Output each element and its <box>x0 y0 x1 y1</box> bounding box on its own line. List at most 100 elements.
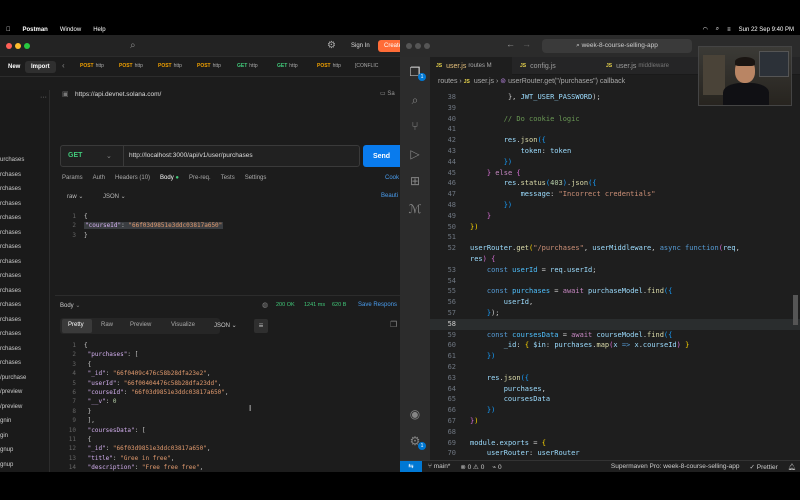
minimize-window-button[interactable] <box>15 43 21 49</box>
account-icon[interactable]: ◉ <box>408 407 422 421</box>
wifi-icon[interactable]: ◠ <box>702 26 707 33</box>
extensions-icon[interactable]: ⊞ <box>408 174 422 188</box>
tab-pretty[interactable]: Pretty <box>68 322 84 328</box>
response-status[interactable]: 200 OK <box>276 302 295 308</box>
apple-icon[interactable]:  <box>6 27 11 33</box>
save-response-button[interactable]: Save Respons <box>358 302 397 308</box>
tab-auth[interactable]: Auth <box>93 175 105 181</box>
problems-indicator[interactable]: ⊗ 0 ⚠ 0 <box>460 463 484 471</box>
search-icon[interactable]: ⌕ <box>130 40 136 51</box>
cookies-link[interactable]: Cook <box>385 175 399 181</box>
response-size[interactable]: 620 B <box>332 302 346 308</box>
menubar-datetime[interactable]: Sun 22 Sep 9:40 PM <box>739 27 794 33</box>
response-time[interactable]: 1241 ms <box>304 302 325 308</box>
menubar-item-help[interactable]: Help <box>93 27 105 33</box>
tab-visualize[interactable]: Visualize <box>171 322 195 328</box>
sidebar-request-item[interactable]: rchases <box>0 331 21 337</box>
send-button[interactable]: Send <box>363 145 400 167</box>
request-tab[interactable]: POST http <box>119 63 143 69</box>
sidebar-request-item[interactable]: rchases <box>0 201 21 207</box>
tab-tests[interactable]: Tests <box>221 175 235 181</box>
control-center-icon[interactable]: ≡ <box>727 27 731 33</box>
sidebar-request-item[interactable]: gnin <box>0 418 11 424</box>
tab-user-js-routes[interactable]: JS user.js routes M <box>430 57 512 75</box>
maximize-window-button[interactable] <box>24 43 30 49</box>
copy-icon[interactable]: ❐ <box>390 320 397 329</box>
save-icon[interactable]: ▭ Sa <box>380 90 395 97</box>
close-window-button[interactable] <box>6 43 12 49</box>
sidebar-request-item[interactable]: rchases <box>0 215 21 221</box>
m-extension-icon[interactable]: ℳ <box>408 202 422 216</box>
globe-icon[interactable]: ◍ <box>262 301 268 309</box>
response-format-select[interactable]: JSON ⌄ <box>214 322 237 329</box>
search-icon[interactable]: ⌕ <box>408 93 422 107</box>
request-tab[interactable]: POST http <box>158 63 182 69</box>
command-center-search[interactable]: ⌕ week-8-course-selling-app <box>542 39 692 53</box>
method-select[interactable]: GET <box>68 152 82 159</box>
menubar-app-name[interactable]: Postman <box>23 27 48 33</box>
filter-icon[interactable]: ≡ <box>254 319 268 333</box>
settings-gear-icon[interactable]: ⚙ <box>327 40 336 51</box>
close-window-button[interactable] <box>406 43 412 49</box>
request-tab[interactable]: GET http <box>237 63 258 69</box>
tab-pre-request[interactable]: Pre-req. <box>189 175 211 181</box>
beautify-link[interactable]: Beauti <box>381 193 398 199</box>
body-mode-select[interactable]: raw ⌄ <box>67 193 83 200</box>
sidebar-request-item[interactable]: /preview <box>0 389 22 395</box>
sidebar-request-item[interactable]: urchases <box>0 157 24 163</box>
sidebar-request-item[interactable]: gnup <box>0 447 13 453</box>
sign-in-button[interactable]: Sign In <box>345 40 376 52</box>
request-body-editor[interactable]: 1{ 2 "courseId": "66f03d9851e3ddc03817a65… <box>62 212 224 240</box>
search-icon[interactable]: ⌕ <box>716 26 719 33</box>
tab-body[interactable]: Body ● <box>160 175 179 181</box>
sidebar-request-item[interactable]: rchases <box>0 259 21 265</box>
breadcrumb-file[interactable]: user.js <box>474 78 494 85</box>
tab-user-js-middleware[interactable]: JS user.js middleware <box>600 57 692 75</box>
tab-params[interactable]: Params <box>62 175 83 181</box>
code-editor[interactable]: 38 }, JWT_USER_PASSWORD); 39 40 // Do co… <box>430 92 800 470</box>
sidebar-request-item[interactable]: rchases <box>0 230 21 236</box>
git-branch[interactable]: ⑂ main* <box>428 463 450 470</box>
editor-scrollbar[interactable] <box>793 295 798 325</box>
back-arrow-icon[interactable]: ← <box>506 39 515 49</box>
new-button[interactable]: New <box>2 61 26 73</box>
remote-icon[interactable]: ⇆ <box>400 460 422 472</box>
request-tab[interactable]: POST http <box>317 63 341 69</box>
menubar-item-window[interactable]: Window <box>60 27 81 33</box>
source-control-icon[interactable]: ⑂ <box>408 119 422 133</box>
sidebar-request-item[interactable]: /preview <box>0 404 22 410</box>
tab-raw[interactable]: Raw <box>101 322 113 328</box>
sidebar-request-item[interactable]: rchases <box>0 317 21 323</box>
request-tab[interactable]: POST http <box>80 63 104 69</box>
sidebar-request-item[interactable]: rchases <box>0 244 21 250</box>
sidebar-request-item[interactable]: rchases <box>0 346 21 352</box>
import-button[interactable]: Import <box>25 61 56 73</box>
sidebar-request-item[interactable]: gin <box>0 433 8 439</box>
sidebar-request-item[interactable]: rchases <box>0 302 21 308</box>
tabs-scroll-left-icon[interactable]: ‹ <box>62 61 65 70</box>
request-tab[interactable]: [CONFLIC <box>355 63 378 69</box>
url-input[interactable]: http://localhost:3000/api/v1/user/purcha… <box>129 152 253 159</box>
sidebar-request-item[interactable]: rchases <box>0 186 21 192</box>
tab-preview[interactable]: Preview <box>130 322 151 328</box>
sidebar-request-item[interactable]: rchases <box>0 360 21 366</box>
request-tab[interactable]: POST http <box>197 63 221 69</box>
sidebar-request-item[interactable]: gnup <box>0 462 13 468</box>
sidebar-request-item[interactable]: rchases <box>0 288 21 294</box>
notifications-bell-icon[interactable]: 🔔︎ <box>788 463 796 471</box>
response-body-label[interactable]: Body ⌄ <box>60 302 80 309</box>
tab-config-js[interactable]: JS config.js <box>514 57 584 75</box>
tab-settings[interactable]: Settings <box>245 175 267 181</box>
breadcrumb-symbol[interactable]: userRouter.get("/purchases") callback <box>508 78 625 85</box>
chevron-down-icon[interactable]: ⌄ <box>106 152 112 160</box>
sidebar-request-item[interactable]: rchases <box>0 273 21 279</box>
create-account-button[interactable]: Create <box>378 40 400 52</box>
sidebar-request-item[interactable]: /purchase <box>0 375 26 381</box>
sidebar-request-item[interactable]: rchases <box>0 172 21 178</box>
ports-indicator[interactable]: ⌁ 0 <box>492 463 501 471</box>
supermaven-status[interactable]: Supermaven Pro: week-8-course-selling-ap… <box>611 463 740 470</box>
body-format-select[interactable]: JSON ⌄ <box>103 193 126 200</box>
run-debug-icon[interactable]: ▷ <box>408 147 422 161</box>
prettier-status[interactable]: ✓ Prettier <box>750 463 778 471</box>
minimize-window-button[interactable] <box>415 43 421 49</box>
